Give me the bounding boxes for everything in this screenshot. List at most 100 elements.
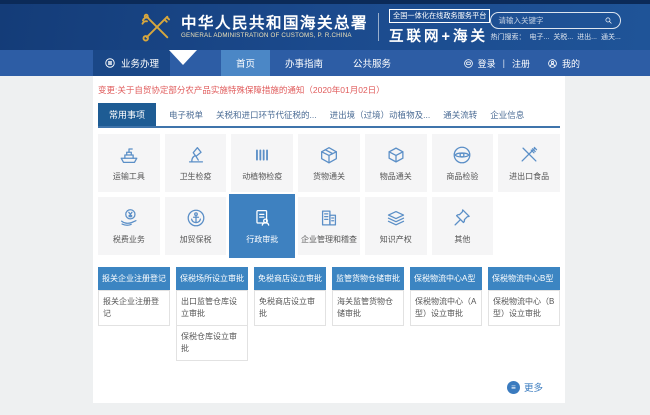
approval-item[interactable]: 海关监管货物仓储审批 xyxy=(332,290,404,326)
approval-doc-icon xyxy=(251,207,273,229)
login-button[interactable]: 登录 xyxy=(463,57,496,70)
site-subtitle: GENERAL ADMINISTRATION OF CUSTOMS, P. R.… xyxy=(181,32,368,39)
register-button[interactable]: 注册 xyxy=(512,57,530,70)
search-input[interactable] xyxy=(498,16,603,25)
approval-header-supervised-warehouse[interactable]: 监管货物仓储审批 xyxy=(332,267,404,290)
announcement-link[interactable]: 变更:关于自贸协定部分农产品实施特殊保障措施的通知（2020年01月02日） xyxy=(98,76,560,96)
hot-search-item[interactable]: 电子... xyxy=(529,32,549,42)
approval-column: 报关企业注册登记 报关企业注册登记 xyxy=(98,267,170,326)
tile-label: 税费业务 xyxy=(113,234,145,245)
category-tab-enterprise-info[interactable]: 企业信息 xyxy=(490,109,524,121)
tile-other[interactable]: 其他 xyxy=(432,197,494,255)
buildings-icon xyxy=(318,207,340,229)
category-tabs: 常用事项 电子税单 关税和进口环节代征税的... 进出境（过境）动植物及... … xyxy=(98,103,560,128)
tile-label: 卫生检疫 xyxy=(180,171,212,182)
main-nav: 业务办理 首页 办事指南 公共服务 登录 | 注册 我的 xyxy=(0,50,650,76)
approval-column: 保税物流中心B型 保税物流中心（B型）设立审批 xyxy=(488,267,560,326)
tile-intellectual-property[interactable]: 知识产权 xyxy=(365,197,427,255)
login-register-divider: | xyxy=(503,58,505,68)
approval-column: 监管货物仓储审批 海关监管货物仓储审批 xyxy=(332,267,404,326)
login-icon xyxy=(463,58,474,69)
approval-header-bonded-logistics-b[interactable]: 保税物流中心B型 xyxy=(488,267,560,290)
approval-item[interactable]: 保税物流中心（A型）设立审批 xyxy=(410,290,482,326)
category-tab-tariff[interactable]: 关税和进口环节代征税的... xyxy=(216,109,317,121)
inspection-eye-icon xyxy=(451,144,473,166)
nav-tab-guide[interactable]: 办事指南 xyxy=(270,50,338,76)
category-tab-clearance-flow[interactable]: 通关流转 xyxy=(443,109,477,121)
approval-item[interactable]: 免税商店设立审批 xyxy=(254,290,326,326)
tile-animal-plant-quarantine[interactable]: 动植物检疫 xyxy=(231,134,293,192)
tile-transport-vehicles[interactable]: 运输工具 xyxy=(98,134,160,192)
tile-tax-services[interactable]: 税费业务 xyxy=(98,197,160,255)
platform-name: 互联网+海关 xyxy=(389,25,490,46)
platform-block: 全国一体化在线政务服务平台 互联网+海关 xyxy=(389,9,490,46)
hot-search-item[interactable]: 进出... xyxy=(577,32,597,42)
pushpin-icon xyxy=(451,207,473,229)
cube-icon xyxy=(385,144,407,166)
hot-search-bar: 热门搜索： 电子... 关税... 进出... 通关... xyxy=(490,32,620,42)
tile-cargo-clearance[interactable]: 货物通关 xyxy=(298,134,360,192)
approval-item[interactable]: 报关企业注册登记 xyxy=(98,290,170,326)
tile-label: 企业管理和稽查 xyxy=(301,234,357,245)
user-icon xyxy=(547,58,558,69)
tile-label: 知识产权 xyxy=(380,234,412,245)
category-tab-common[interactable]: 常用事项 xyxy=(98,103,156,126)
content-card: 变更:关于自贸协定部分农产品实施特殊保障措施的通知（2020年01月02日） 常… xyxy=(93,76,565,403)
menu-dropdown-triangle xyxy=(169,50,197,65)
tile-articles-clearance[interactable]: 物品通关 xyxy=(365,134,427,192)
tile-label: 物品通关 xyxy=(380,171,412,182)
tile-processing-trade-bonded[interactable]: 加贸保税 xyxy=(165,197,227,255)
tile-health-quarantine[interactable]: 卫生检疫 xyxy=(165,134,227,192)
business-menu-button[interactable]: 业务办理 xyxy=(93,50,170,76)
my-account-label: 我的 xyxy=(562,57,580,70)
anchor-icon xyxy=(185,207,207,229)
tile-label: 货物通关 xyxy=(313,171,345,182)
tile-import-export-food[interactable]: 进出口食品 xyxy=(498,134,560,192)
more-icon: ≡ xyxy=(507,381,520,394)
layers-icon xyxy=(385,207,407,229)
login-label: 登录 xyxy=(478,57,496,70)
tile-label: 商品检验 xyxy=(446,171,478,182)
approval-column: 保税场所设立审批 出口监管仓库设立审批 保税仓库设立审批 xyxy=(176,267,248,361)
search-block: 热门搜索： 电子... 关税... 进出... 通关... xyxy=(490,12,620,42)
banner-divider xyxy=(378,13,379,41)
nav-tab-home[interactable]: 首页 xyxy=(221,50,270,76)
category-tab-etax[interactable]: 电子税单 xyxy=(169,109,203,121)
site-title: 中华人民共和国海关总署 xyxy=(181,15,368,32)
more-button[interactable]: ≡ 更多 xyxy=(507,380,543,394)
my-account-button[interactable]: 我的 xyxy=(547,57,580,70)
business-menu-label: 业务办理 xyxy=(121,56,159,70)
tile-label: 行政审批 xyxy=(246,234,278,245)
search-icon[interactable] xyxy=(604,16,613,25)
microscope-icon xyxy=(185,144,207,166)
platform-badge: 全国一体化在线政务服务平台 xyxy=(389,9,490,23)
tile-label: 运输工具 xyxy=(113,171,145,182)
nav-tab-public-services[interactable]: 公共服务 xyxy=(338,50,406,76)
tile-enterprise-management-audit[interactable]: 企业管理和稽查 xyxy=(298,197,360,255)
food-utensils-icon xyxy=(518,144,540,166)
approval-item[interactable]: 保税仓库设立审批 xyxy=(176,325,248,361)
tile-commodity-inspection[interactable]: 商品检验 xyxy=(432,134,494,192)
more-label: 更多 xyxy=(524,380,543,394)
approval-header-bonded-premises[interactable]: 保税场所设立审批 xyxy=(176,267,248,290)
approval-column: 免税商店设立审批 免税商店设立审批 xyxy=(254,267,326,326)
hot-search-item[interactable]: 通关... xyxy=(601,32,621,42)
approval-header-duty-free-shop[interactable]: 免税商店设立审批 xyxy=(254,267,326,290)
approval-header-customs-broker-registration[interactable]: 报关企业注册登记 xyxy=(98,267,170,290)
tax-coin-hand-icon xyxy=(118,207,140,229)
tile-label: 动植物检疫 xyxy=(242,171,282,182)
menu-icon xyxy=(104,57,116,69)
tile-administrative-approval[interactable]: 行政审批 xyxy=(229,194,295,258)
hot-search-item[interactable]: 关税... xyxy=(553,32,573,42)
service-tile-grid: 运输工具 卫生检疫 动植物检疫 货物通关 xyxy=(98,134,560,255)
nav-tabs: 首页 办事指南 公共服务 xyxy=(221,50,406,76)
approval-item[interactable]: 保税物流中心（B型）设立审批 xyxy=(488,290,560,326)
brand-block: 中华人民共和国海关总署 GENERAL ADMINISTRATION OF CU… xyxy=(181,15,368,39)
approval-header-bonded-logistics-a[interactable]: 保税物流中心A型 xyxy=(410,267,482,290)
category-tab-animal-plant[interactable]: 进出境（过境）动植物及... xyxy=(330,109,431,121)
customs-emblem-logo xyxy=(140,12,174,42)
approval-column: 保税物流中心A型 保税物流中心（A型）设立审批 xyxy=(410,267,482,326)
quarantine-bars-icon xyxy=(251,144,273,166)
approval-item[interactable]: 出口监管仓库设立审批 xyxy=(176,290,248,326)
search-box[interactable] xyxy=(490,12,620,29)
